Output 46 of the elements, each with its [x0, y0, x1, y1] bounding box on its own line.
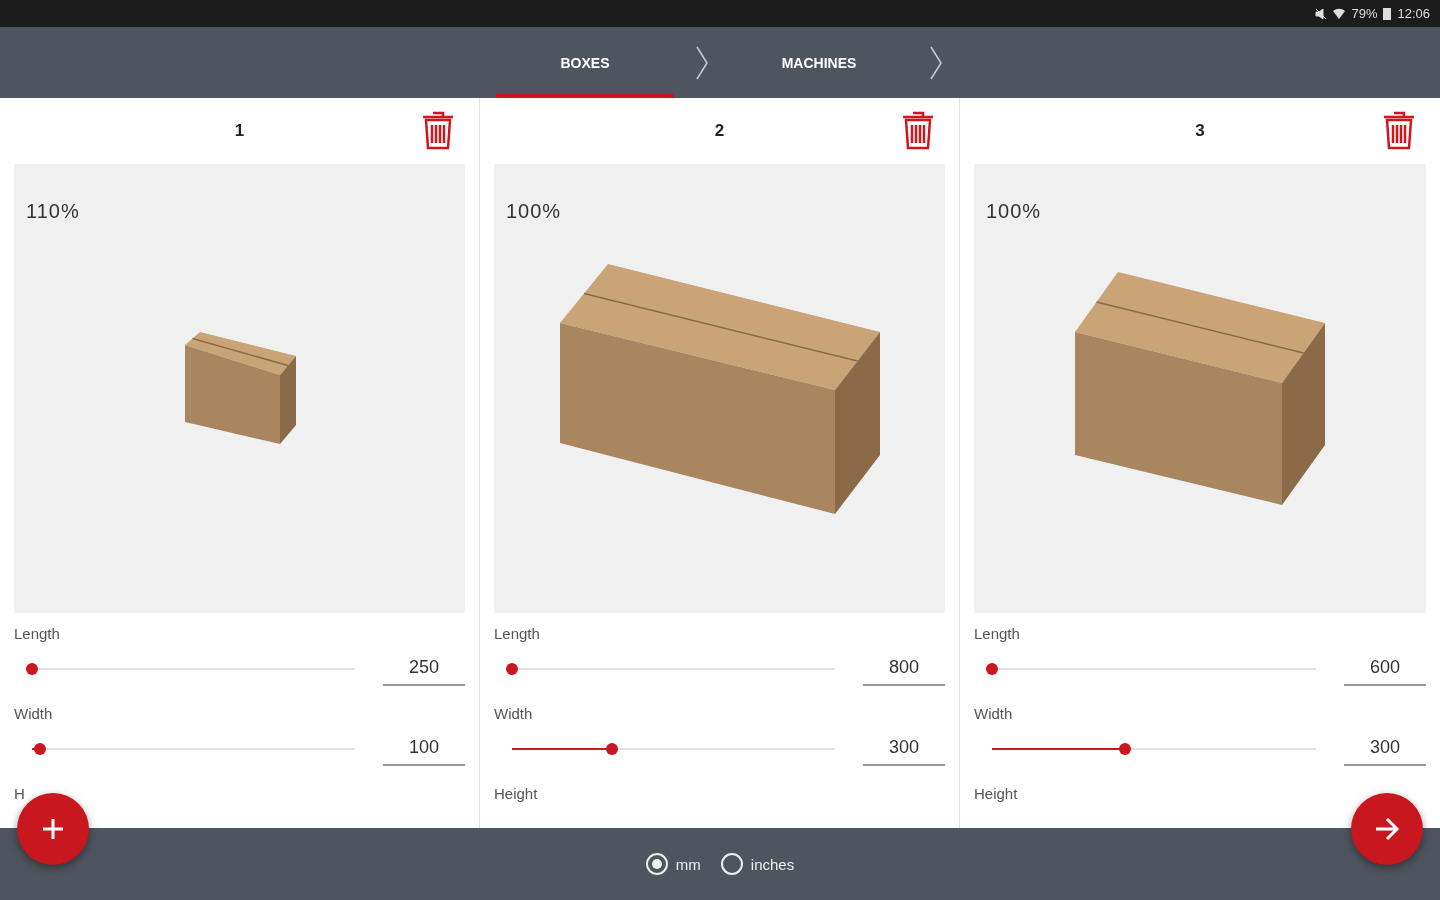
scale-percent: 100% — [506, 200, 562, 223]
mute-icon — [1315, 7, 1328, 20]
trash-icon[interactable] — [1382, 110, 1416, 150]
chevron-icon — [928, 44, 944, 81]
step-tab[interactable]: BOXES — [496, 27, 674, 98]
box-number: 1 — [234, 121, 245, 141]
slider-thumb[interactable] — [34, 743, 47, 755]
dimension-input[interactable]: 800 — [863, 652, 945, 686]
dimension-label: Length — [974, 625, 1021, 644]
dimension-label: Width — [494, 705, 534, 724]
dimension-label: H — [14, 785, 26, 804]
clock-time: 12:06 — [1397, 6, 1430, 21]
dimension-input[interactable]: 250 — [383, 652, 465, 686]
dimension-label: Width — [974, 705, 1014, 724]
trash-icon[interactable] — [901, 110, 935, 150]
step-tab[interactable]: MACHINES — [730, 27, 908, 98]
dimension-label: Height — [974, 785, 1019, 804]
dimension-label: Height — [494, 785, 539, 804]
slider-thumb[interactable] — [26, 663, 38, 675]
slider-thumb[interactable] — [506, 663, 518, 675]
slider-thumb[interactable] — [606, 743, 619, 755]
trash-icon[interactable] — [421, 110, 455, 150]
dimension-label: Length — [494, 625, 541, 644]
unit-label[interactable]: mm — [675, 855, 701, 873]
box-number: 2 — [714, 121, 725, 141]
arrow-right-icon — [1373, 815, 1401, 843]
slider-thumb[interactable] — [986, 663, 998, 675]
dimension-input[interactable]: 300 — [863, 732, 945, 766]
dimension-input[interactable]: 100 — [383, 732, 465, 766]
slider-thumb[interactable] — [1118, 743, 1131, 755]
scale-percent: 110% — [26, 200, 80, 223]
plus-icon — [41, 817, 65, 841]
dimension-label: Width — [14, 705, 54, 724]
dimension-label: Length — [14, 625, 61, 644]
unit-label[interactable]: inches — [750, 855, 795, 873]
radio-button[interactable] — [720, 853, 743, 875]
next-button[interactable] — [1351, 793, 1423, 865]
wifi-icon — [1333, 7, 1346, 20]
chevron-icon — [694, 44, 710, 81]
battery-icon — [1383, 7, 1392, 20]
battery-percent: 79% — [1351, 6, 1378, 21]
dimension-input[interactable]: 600 — [1344, 652, 1426, 686]
box-number: 3 — [1195, 121, 1205, 141]
scale-percent: 100% — [986, 200, 1042, 223]
dimension-input[interactable]: 300 — [1344, 732, 1426, 766]
radio-button[interactable] — [645, 853, 668, 875]
